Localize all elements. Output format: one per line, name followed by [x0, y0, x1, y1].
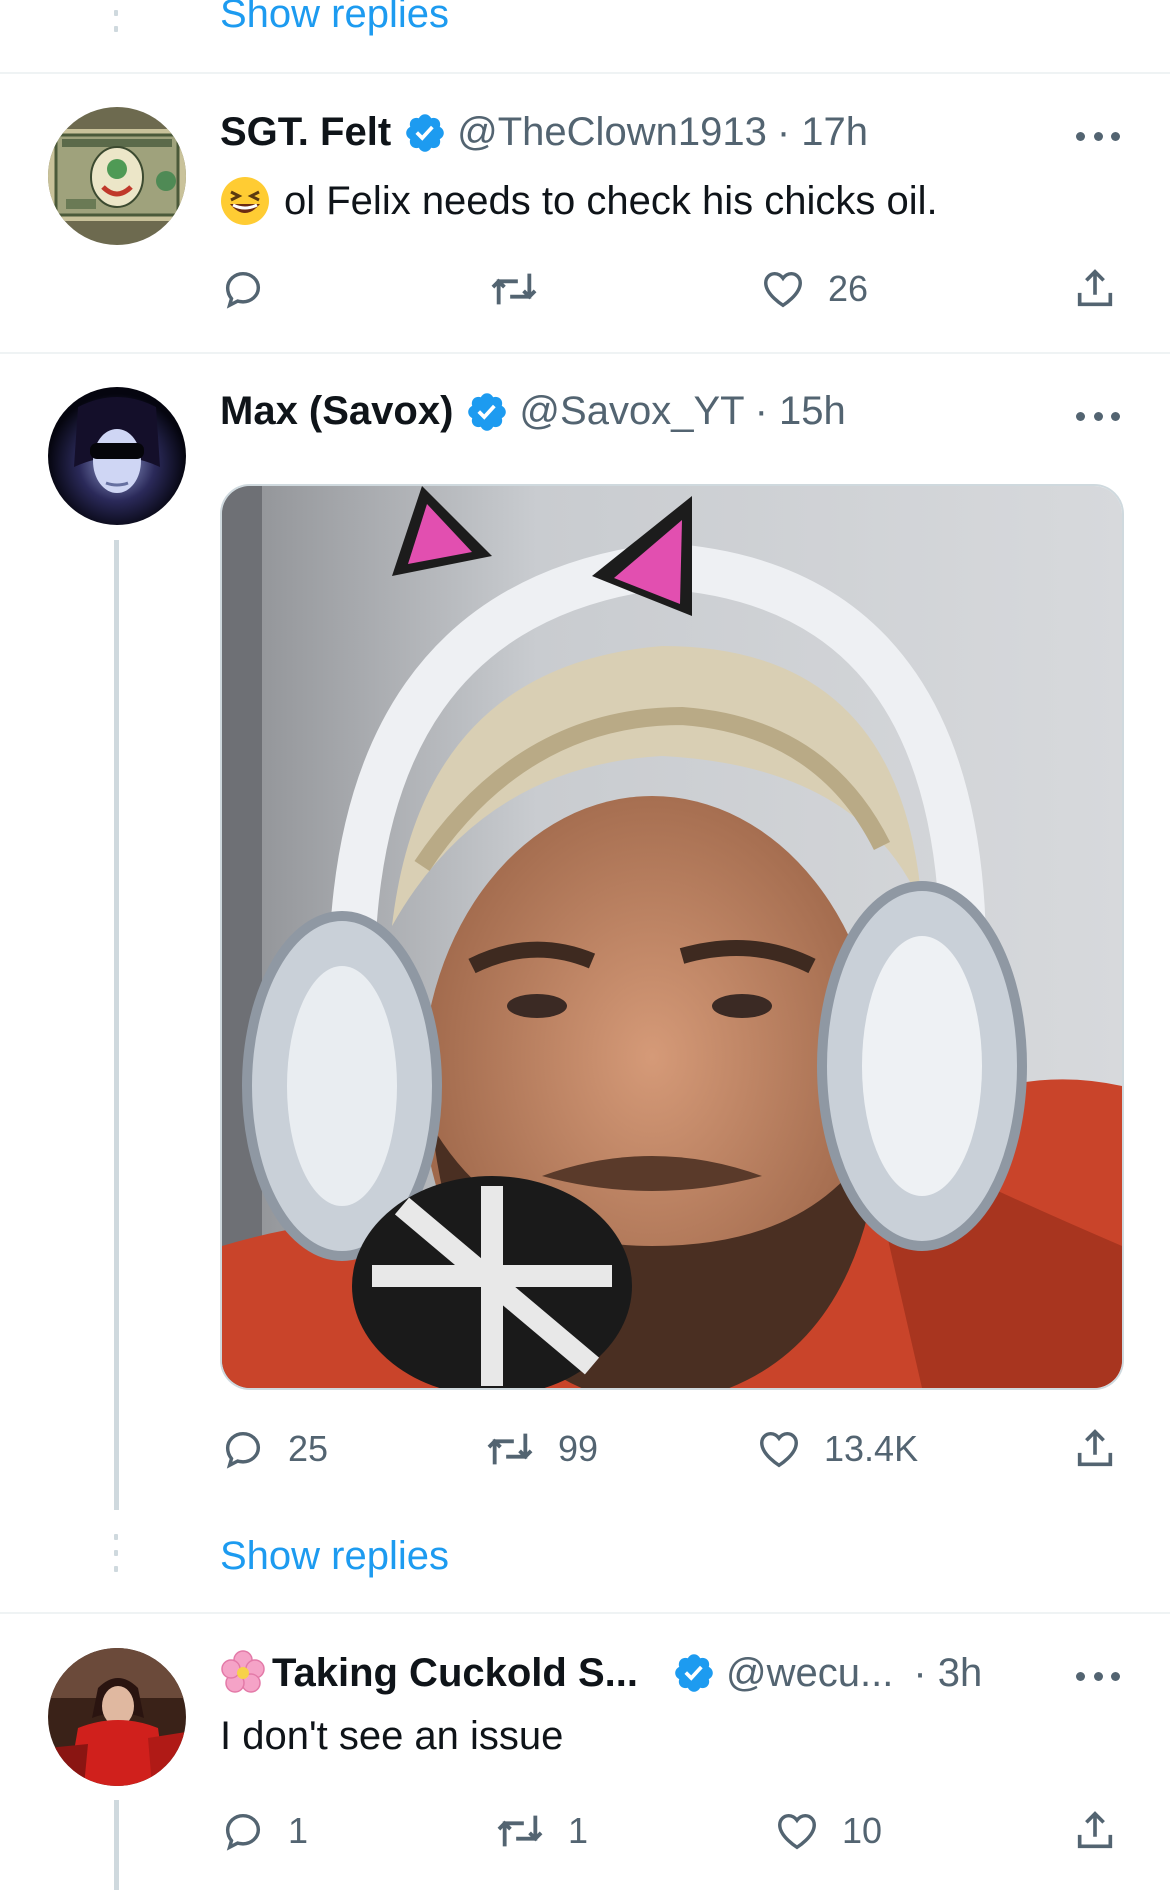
- share-icon: [1077, 1429, 1113, 1467]
- show-replies-link[interactable]: Show replies: [220, 1534, 449, 1579]
- retweet-icon: [491, 273, 537, 305]
- show-replies-link[interactable]: Show replies: [220, 0, 449, 37]
- more-options-icon[interactable]: [1076, 126, 1120, 146]
- heart-icon: [778, 1813, 816, 1850]
- tweet-text: I don't see an issue: [220, 1714, 564, 1758]
- retweet-count: 99: [558, 1428, 599, 1469]
- reply-icon: [225, 271, 261, 309]
- avatar[interactable]: [48, 387, 186, 525]
- thread-connector-dots: [114, 1534, 118, 1582]
- avatar[interactable]: [48, 1648, 186, 1786]
- retweet-button[interactable]: [488, 266, 562, 312]
- retweet-button[interactable]: 1: [494, 1808, 588, 1854]
- heart-icon: [760, 1431, 798, 1468]
- verified-badge-icon: [675, 1654, 713, 1692]
- retweet-icon: [497, 1815, 543, 1847]
- divider: [0, 72, 1170, 74]
- share-button[interactable]: [1072, 1426, 1118, 1472]
- user-handle[interactable]: @Savox_YT: [519, 389, 744, 434]
- timestamp[interactable]: · 17h: [777, 110, 868, 155]
- display-name[interactable]: SGT. Felt: [220, 110, 391, 155]
- share-button[interactable]: [1072, 266, 1118, 312]
- like-count: 10: [842, 1810, 883, 1851]
- reply-button[interactable]: [220, 266, 288, 312]
- like-button[interactable]: 13.4K: [756, 1426, 918, 1472]
- retweet-button[interactable]: 99: [484, 1426, 598, 1472]
- share-icon: [1077, 269, 1113, 307]
- tweet-header: Taking Cuckold S... @wecu... · 3h: [220, 1650, 982, 1696]
- display-name[interactable]: Max (Savox): [220, 389, 453, 434]
- verified-badge-icon: [468, 392, 507, 431]
- cherry-blossom-emoji: [221, 1650, 265, 1693]
- reply-button[interactable]: 1: [220, 1808, 308, 1854]
- more-options-icon[interactable]: [1076, 406, 1120, 426]
- like-count: 26: [828, 268, 869, 309]
- reply-count: 1: [288, 1810, 309, 1851]
- verified-badge-icon: [406, 113, 444, 152]
- reply-icon: [225, 1813, 261, 1851]
- thread-line: [114, 540, 119, 1510]
- retweet-icon: [487, 1433, 533, 1465]
- timestamp[interactable]: · 3h: [913, 1651, 982, 1696]
- display-name[interactable]: Taking Cuckold S...: [272, 1651, 638, 1696]
- heart-icon: [764, 271, 802, 308]
- reply-button[interactable]: 25: [220, 1426, 328, 1472]
- divider: [0, 1612, 1170, 1614]
- divider: [0, 352, 1170, 354]
- retweet-count: 1: [568, 1810, 589, 1851]
- thread-connector-dots: [114, 10, 118, 42]
- thread-line: [114, 1800, 119, 1890]
- share-button[interactable]: [1072, 1808, 1118, 1854]
- share-icon: [1077, 1811, 1113, 1849]
- tweet-text: ol Felix needs to check his chicks oil.: [220, 176, 938, 226]
- laughing-face-emoji: [221, 177, 269, 225]
- tweet-header: SGT. Felt @TheClown1913 · 17h: [220, 110, 868, 155]
- like-count: 13.4K: [824, 1428, 919, 1469]
- more-options-icon[interactable]: [1076, 1666, 1120, 1686]
- like-button[interactable]: 10: [774, 1808, 882, 1854]
- user-handle[interactable]: @wecu...: [726, 1651, 893, 1696]
- tweet-media-image[interactable]: [220, 484, 1124, 1390]
- timestamp[interactable]: · 15h: [755, 389, 846, 434]
- avatar[interactable]: [48, 107, 186, 245]
- like-button[interactable]: 26: [760, 266, 868, 312]
- reply-icon: [225, 1431, 261, 1469]
- tweet-header: Max (Savox) @Savox_YT · 15h: [220, 389, 846, 434]
- user-handle[interactable]: @TheClown1913: [457, 110, 767, 155]
- tweet-text-content: ol Felix needs to check his chicks oil.: [284, 178, 938, 223]
- reply-count: 25: [288, 1428, 329, 1469]
